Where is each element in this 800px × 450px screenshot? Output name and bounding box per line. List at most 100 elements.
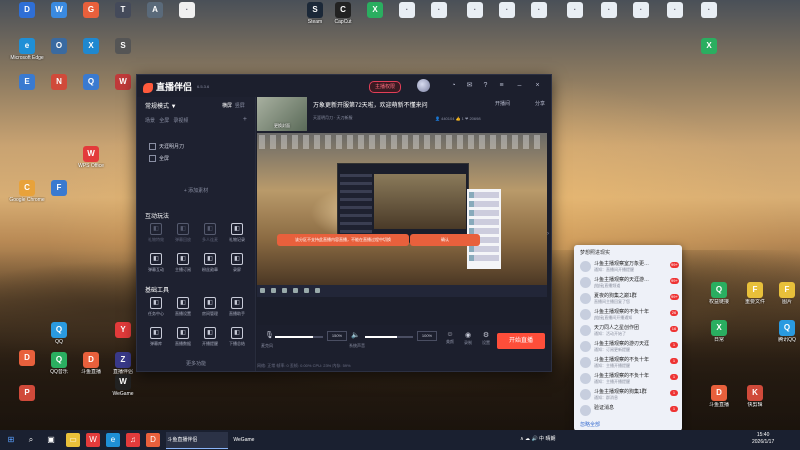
message-item[interactable]: 斗鱼主播观察的不负十年 通知：主播开播提醒 1 [578,355,682,370]
tool-interact-5[interactable]: ◧ 主播订阅 [170,253,196,273]
desktop-icon[interactable]: W WPS Office [72,146,110,169]
desktop-icon[interactable]: · [556,2,594,19]
tool-basic-5[interactable]: ◧ 直播数据 [170,327,196,347]
message-item[interactable]: 验证消息 1 [578,403,682,418]
room-category[interactable]: 天涯明月刀 · 天刀新服 [313,115,353,121]
more-features-button[interactable]: 更多功能 [137,360,255,367]
beauty-button[interactable]: ☺ 美颜 [443,331,457,345]
desktop-icon[interactable]: · [622,2,660,19]
system-tray[interactable]: ∧ ☁ 🔊 中 晴朗 [520,435,555,442]
desktop-icon[interactable]: · [420,2,458,19]
desktop-icon[interactable]: W WeGame [104,374,142,397]
message-item[interactable]: 夏夜的狗集之巅1群 直播间主播回复了您 99+ [578,291,682,306]
message-item[interactable]: 斗鱼主播观察的天涯游… [链接]直播频道 99+ [578,275,682,290]
mail-icon[interactable]: ✉ [465,81,474,90]
minimize-icon[interactable]: – [515,81,524,90]
desktop-icon[interactable]: K 快剪辑 [736,385,774,408]
desktop-icon[interactable]: F [40,180,78,197]
tool-label: 直播数据 [175,341,191,346]
microphone-icon[interactable]: 🎙 [265,331,274,339]
message-item[interactable]: 斗鱼主播观察的狗集1群 通知：群消息 1 [578,387,682,402]
tool-basic-6[interactable]: ◧ 开播提醒 [197,327,223,347]
desktop-icon[interactable]: · [656,2,694,19]
desktop-icon[interactable]: P [8,385,46,402]
settings-button[interactable]: ⚙ 设置 [479,331,493,346]
message-item[interactable]: 斗鱼主播观察的不负十年 [链接]直播间开播通知 26 [578,307,682,322]
user-avatar[interactable] [417,79,430,92]
system-volume-slider[interactable] [365,336,413,338]
share-button[interactable]: 分享 [535,100,545,107]
desktop-icon[interactable]: Q 权益链接 [700,282,738,305]
speaker-icon[interactable]: 🔈 [351,331,360,339]
tool-interact-7[interactable]: ◧ 录屏 [224,253,250,273]
system-sound-label: 系统声音 [349,343,365,348]
clock[interactable]: 15:40 2026/1/17 [752,432,774,446]
bell-icon[interactable]: ◔ [449,81,458,90]
tool-interact-6[interactable]: ◧ 粉丝勋章 [197,253,223,273]
record-button[interactable]: ◉ 录制 [461,331,475,346]
desktop-icon[interactable]: D 斗鱼直播 [700,385,738,408]
desktop-icon[interactable]: F 图片 [768,282,800,305]
netease-music-icon[interactable]: ♫ [126,433,140,447]
system-volume-value[interactable]: 100% [417,331,437,341]
tool-basic-1[interactable]: ◧ 直播设置 [170,297,196,317]
desktop-icon[interactable]: · [690,2,728,19]
live-preview[interactable]: 该分区不支持此直播内容直播，不能在直播过程中切换 确认 [257,133,547,297]
desktop-icon[interactable]: Q QQ [40,322,78,345]
file-explorer-icon[interactable]: ▭ [66,433,80,447]
desktop-icon[interactable]: S [104,38,142,55]
start-live-button[interactable]: 开始直播 [497,333,545,349]
search-icon[interactable]: ⌕ [24,433,38,447]
collapse-panel-icon[interactable]: › [547,231,549,237]
tab-landscape[interactable]: 横屏 [222,103,232,109]
scene-mode-button[interactable]: 全屏 [159,118,169,124]
tool-interact-0[interactable]: ◧ 礼物特效 [143,223,169,243]
tool-basic-4[interactable]: ◧ 弹幕库 [143,327,169,347]
add-source-button[interactable]: + 添加素材 [137,187,255,194]
room-cover[interactable]: 更换封面 [257,97,307,131]
desktop-icon[interactable]: X [690,38,728,55]
taskbar-douyu-companion[interactable]: 斗鱼直播伴侣 [166,432,228,449]
open-room-button[interactable]: 开播间 [495,100,510,107]
tool-interact-2[interactable]: ◧ 多人连麦 [197,223,223,243]
desktop-icon[interactable]: Q 腾讯QQ [768,320,800,343]
menu-icon[interactable]: ≡ [497,81,506,90]
mic-volume-slider[interactable] [275,336,323,338]
section-interact: 互动玩法 [145,214,170,220]
tool-interact-4[interactable]: ◧ 弹幕互动 [143,253,169,273]
desktop-icon[interactable]: · [168,2,206,19]
tool-interact-1[interactable]: ◧ 弹幕回放 [170,223,196,243]
desktop-icon[interactable]: X 日常 [700,320,738,343]
ignore-all-button[interactable]: 忽略全部 [580,421,600,428]
message-item[interactable]: 斗鱼主播观察的不负十年 通知：主播开播提醒 1 [578,371,682,386]
task-view-icon[interactable]: ▣ [44,433,58,447]
message-item[interactable]: 天刀同人之星创作团 通知：活动开始了 16 [578,323,682,338]
add-scene-icon[interactable]: + [243,116,247,123]
toast-confirm-button[interactable]: 确认 [410,234,480,246]
mic-volume-value[interactable]: 150% [327,331,347,341]
permission-badge[interactable]: 主播权限 [369,81,402,93]
help-icon[interactable]: ? [481,81,490,90]
close-icon[interactable]: × [533,81,542,90]
app-shortcut-icon: K [747,385,763,401]
tab-portrait[interactable]: 竖屏 [235,103,245,109]
message-item[interactable]: 斗鱼主播观察室万象更… 通知：直播间开播提醒 99+ [578,259,682,274]
wps-icon[interactable]: W [86,433,100,447]
tool-basic-3[interactable]: ◧ 直播助手 [224,297,250,317]
room-title[interactable]: 万象更新开服第72天啦，欢迎萌新不懂来问 [313,100,428,109]
desktop-icon[interactable]: · [520,2,558,19]
tool-label: 弹幕互动 [148,267,164,272]
edge-icon[interactable]: e [106,433,120,447]
tool-basic-7[interactable]: ◧ 下播总结 [224,327,250,347]
record-video-button[interactable]: 录视频 [173,118,188,124]
scene-item[interactable]: 天涯明月刀 [149,143,184,151]
windows-start-icon[interactable]: ⊞ [4,433,18,447]
taskbar-wegame[interactable]: WeGame [232,432,288,448]
tool-interact-3[interactable]: ◧ 礼物记录 [224,223,250,243]
tool-basic-0[interactable]: ◧ 任务中心 [143,297,169,317]
mode-selector[interactable]: 常规模式 ▼ [145,101,177,110]
scene-item[interactable]: 全屏 [149,155,169,163]
message-item[interactable]: 斗鱼主播观察的游刃天涯 通知：订阅更新提醒 1 [578,339,682,354]
douyu-icon[interactable]: D [146,433,160,447]
tool-basic-2[interactable]: ◧ 房间管理 [197,297,223,317]
